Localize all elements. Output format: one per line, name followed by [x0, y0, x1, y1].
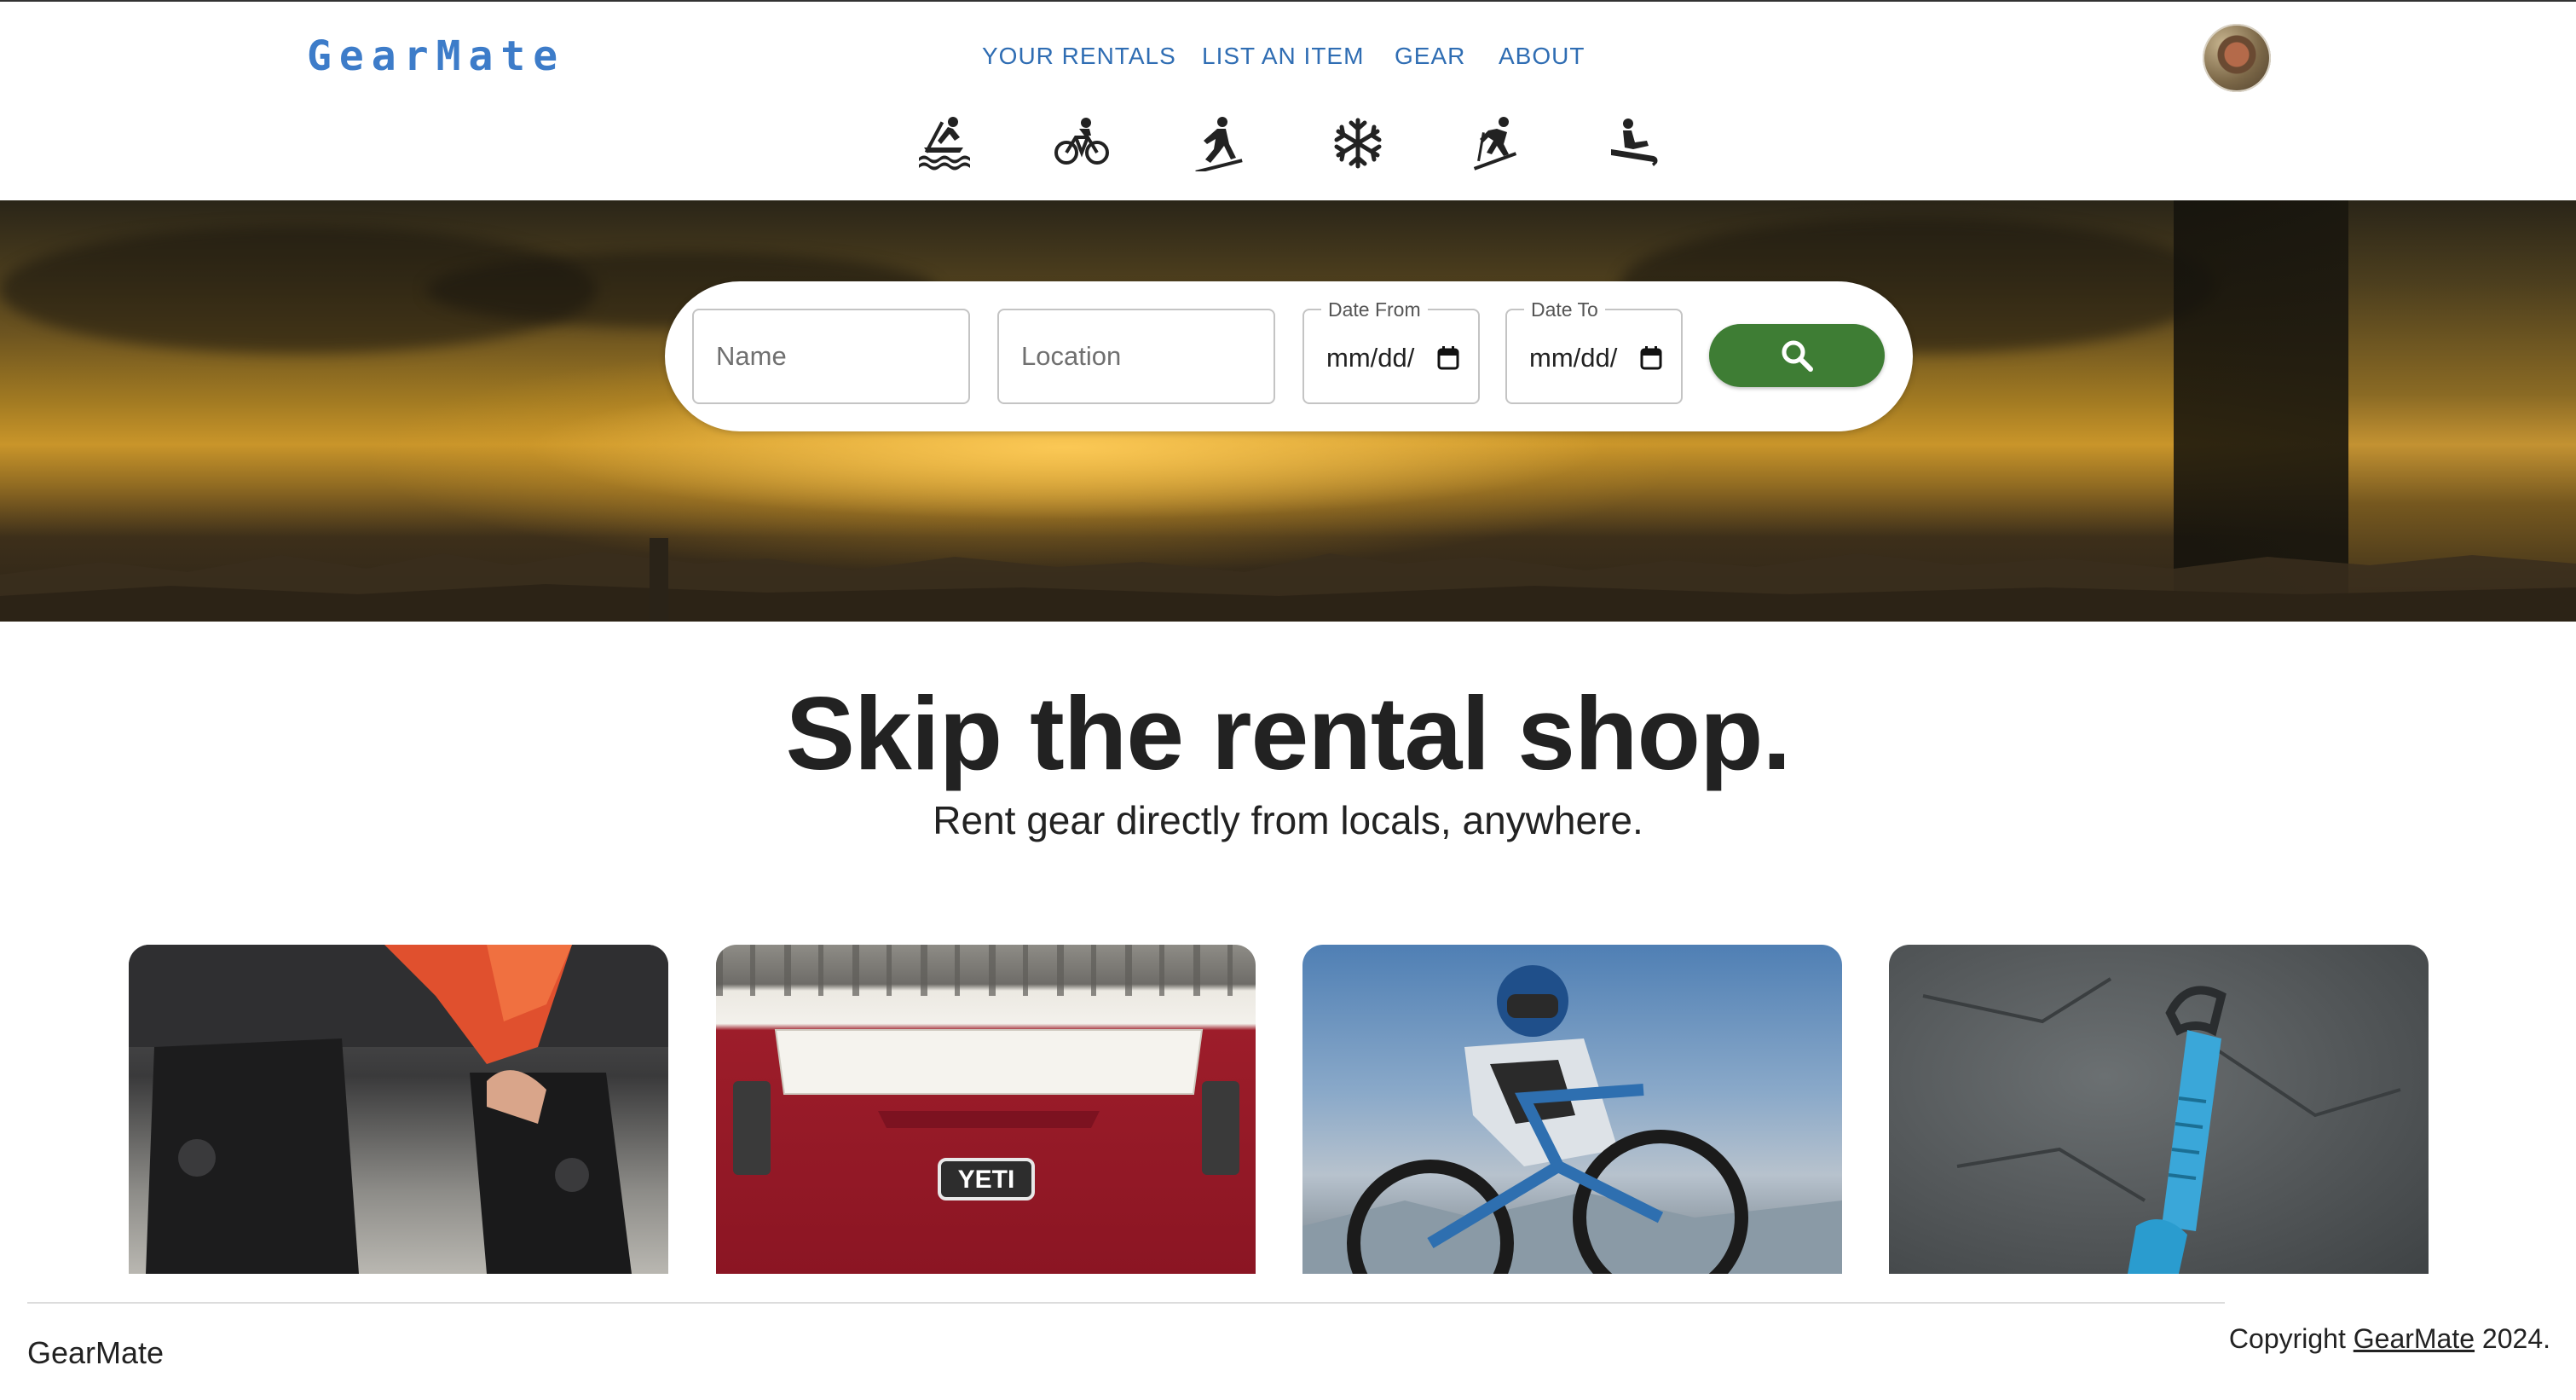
cycling-icon[interactable] [1054, 115, 1110, 171]
copyright-suffix: 2024. [2475, 1323, 2550, 1354]
nav-your-rentals[interactable]: YOUR RENTALS [982, 43, 1176, 70]
copyright-prefix: Copyright [2228, 1323, 2354, 1354]
page-headline: Skip the rental shop. [785, 675, 1792, 791]
main-nav: YOUR RENTALS LIST AN ITEM GEAR ABOUT [0, 43, 2576, 77]
footer-brand: GearMate [27, 1335, 165, 1370]
search-button[interactable] [1709, 324, 1885, 387]
calendar-icon[interactable] [1640, 346, 1662, 370]
mountain-silhouette [0, 538, 2576, 622]
date-to-label: Date To [1524, 298, 1605, 321]
search-bar: Date From mm/dd/ Date To mm/dd/ [665, 281, 1913, 431]
mountain-bike-image [1302, 965, 1842, 1274]
footer-divider [27, 1302, 2225, 1304]
date-to-value[interactable]: mm/dd/ [1529, 343, 1617, 373]
sport-category-bar [0, 115, 2576, 175]
user-avatar[interactable] [2203, 24, 2271, 92]
hiking-icon[interactable] [1192, 115, 1248, 171]
yeti-cooler-image: YETI [716, 945, 1239, 1200]
footer-copyright: Copyright GearMate 2024. [2229, 1323, 2550, 1355]
skiing-icon[interactable] [1468, 115, 1524, 171]
hero-banner: Date From mm/dd/ Date To mm/dd/ [0, 200, 2576, 622]
name-input[interactable] [694, 310, 968, 402]
location-input[interactable] [999, 310, 1274, 402]
search-icon [1782, 340, 1813, 372]
yeti-label: YETI [958, 1166, 1015, 1194]
nav-gear[interactable]: GEAR [1395, 43, 1465, 70]
gear-card-yeti-cooler[interactable]: YETI [716, 945, 1256, 1274]
nav-about[interactable]: ABOUT [1499, 43, 1585, 70]
sledding-icon[interactable] [1606, 115, 1662, 171]
copyright-link[interactable]: GearMate [2354, 1323, 2475, 1354]
date-from-label: Date From [1321, 298, 1428, 321]
gear-card-climbing-quickdraw[interactable] [1889, 945, 2429, 1274]
location-field[interactable] [997, 309, 1275, 404]
gear-card-mountain-bike[interactable] [1302, 945, 1842, 1274]
climbing-quickdraw-image [1922, 977, 2401, 1274]
date-from-value[interactable]: mm/dd/ [1326, 343, 1414, 373]
top-border [0, 0, 2576, 2]
name-field[interactable] [692, 309, 970, 404]
snowboard-boots-image [129, 945, 668, 1274]
snow-icon[interactable] [1330, 115, 1386, 171]
calendar-icon[interactable] [1437, 346, 1459, 370]
page-subheadline: Rent gear directly from locals, anywhere… [933, 798, 1643, 842]
date-from-field[interactable]: Date From mm/dd/ [1302, 298, 1480, 404]
date-to-field[interactable]: Date To mm/dd/ [1505, 298, 1683, 404]
nav-list-an-item[interactable]: LIST AN ITEM [1202, 43, 1364, 70]
gear-card-snowboard-boots[interactable] [129, 945, 668, 1274]
kayaking-icon[interactable] [915, 115, 972, 171]
